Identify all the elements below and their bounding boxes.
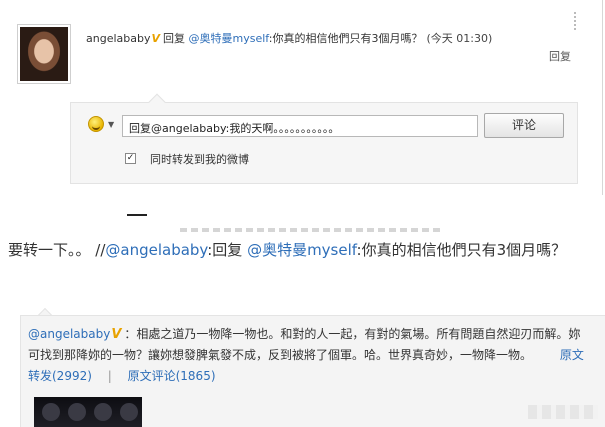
username-link[interactable]: angelababy (86, 32, 150, 45)
separator-dash (127, 214, 147, 216)
repost-comment: 要转一下。。 // (8, 241, 106, 259)
avatar[interactable] (17, 24, 71, 84)
mention-link[interactable]: @奥特曼myself (189, 32, 269, 45)
reply-input[interactable]: 回复@angelababy:我的天啊。。。。。。。。。。。 (122, 115, 478, 137)
clipped-text-row (180, 222, 440, 232)
repost-screenshot: 要转一下。。 //@angelababy:回复 @奥特曼myself:你真的相信… (0, 195, 605, 427)
repost-checkbox[interactable]: ✓ (125, 153, 136, 164)
reply-link[interactable]: 回复 (549, 48, 571, 64)
comment-screenshot: angelababyV 回复 @奥特曼myself:你真的相信他們只有3個月嗎？(… (0, 0, 605, 195)
comment-text: :你真的相信他們只有3個月嗎？ (268, 32, 423, 45)
watermark (528, 405, 598, 419)
scroll-indicator (574, 12, 578, 30)
avatar-photo (20, 27, 68, 81)
verified-badge-icon: V (151, 32, 160, 45)
comment-button[interactable]: 评论 (484, 113, 564, 138)
original-author-link[interactable]: @angelababy (28, 327, 110, 341)
frame-divider (602, 0, 603, 195)
emoticon-icon[interactable] (88, 116, 104, 132)
repost-reply-word: :回复 (207, 241, 248, 259)
mention-link-angelababy[interactable]: @angelababy (105, 241, 207, 259)
verified-badge-icon: V (111, 327, 122, 342)
reply-word: 回复 (163, 32, 185, 45)
repost-text: 要转一下。。 //@angelababy:回复 @奥特曼myself:你真的相信… (8, 239, 598, 261)
chevron-down-icon[interactable]: ▼ (108, 120, 114, 129)
repost-quoted-text: :你真的相信他們只有3個月嗎？ (356, 241, 567, 259)
comment-time: (今天 01:30) (426, 32, 493, 45)
repost-checkbox-label: 同时转发到我的微博 (150, 153, 249, 166)
original-comment-link[interactable]: 原文评论(1865) (128, 369, 216, 383)
original-post-text: @angelababyV ：相處之道乃一物降一物也。和對的人一起，有對的氣場。所有… (28, 324, 588, 387)
reply-panel-notch (148, 93, 166, 111)
link-separator: | (107, 369, 112, 383)
mention-link-altman[interactable]: @奥特曼myself (247, 241, 356, 259)
comment-line: angelababyV 回复 @奥特曼myself:你真的相信他們只有3個月嗎？(… (86, 30, 492, 46)
original-post-image[interactable] (34, 397, 142, 427)
